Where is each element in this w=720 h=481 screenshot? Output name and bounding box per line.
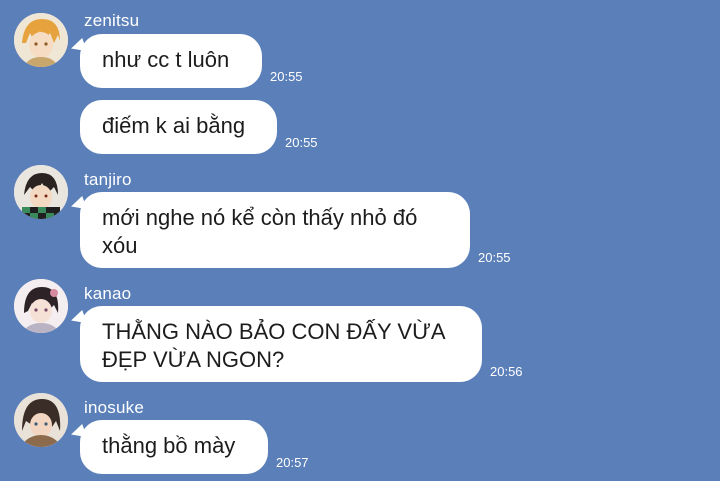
message-text-line: ĐẸP VỪA NGON? [102,347,285,372]
message-bubble[interactable]: THẰNG NÀO BẢO CON ĐẤY VỪA ĐẸP VỪA NGON? [80,306,482,382]
message-text: như cc t luôn [102,47,230,72]
sender-name: kanao [84,284,132,303]
sender-name: tanjiro [84,170,132,189]
message-text: điếm k ai bằng [102,113,246,138]
message-time: 20:55 [270,69,303,84]
message-text-line: xóu [102,233,138,258]
kanao-avatar-icon[interactable] [14,279,68,333]
message-text: thằng bồ mày [102,433,236,458]
message-text-line: THẰNG NÀO BẢO CON ĐẤY VỪA [102,319,446,344]
message-time: 20:56 [490,364,523,379]
message-time: 20:57 [276,455,309,470]
message-bubble[interactable]: mới nghe nó kể còn thấy nhỏ đó xóu [80,192,470,268]
message-bubble[interactable]: điếm k ai bằng [80,100,277,154]
chat-thread: zenitsu như cc t luôn 20:55 điếm k ai bằ… [0,0,720,481]
message-text-line: mới nghe nó kể còn thấy nhỏ đó [102,205,418,230]
message-time: 20:55 [285,135,318,150]
inosuke-avatar-icon[interactable] [14,393,68,447]
message-bubble[interactable]: như cc t luôn [80,34,262,88]
tanjiro-avatar-icon[interactable] [14,165,68,219]
sender-name: zenitsu [84,11,140,30]
message-time: 20:55 [478,250,511,265]
sender-name: inosuke [84,398,144,417]
zenitsu-avatar-icon[interactable] [14,13,68,67]
message-bubble[interactable]: thằng bồ mày [80,420,268,474]
